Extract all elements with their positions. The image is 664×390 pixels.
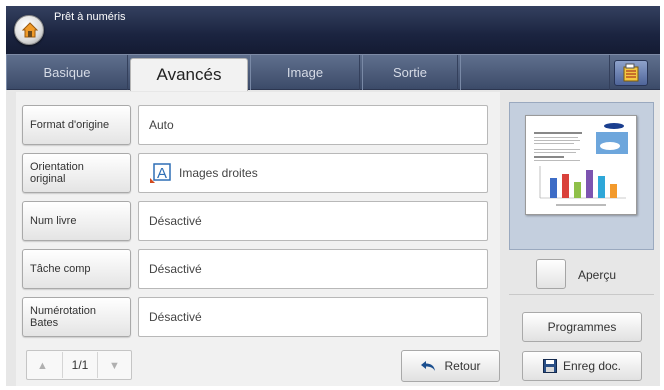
page-counter: 1/1 [62,352,98,378]
orientation-upright-icon: A [149,163,171,183]
enreg-doc-label: Enreg doc. [562,359,622,373]
tache-comp-label: Tâche comp [30,263,91,275]
retour-button[interactable]: Retour [401,350,500,382]
undo-arrow-icon [421,361,436,371]
programmes-button[interactable]: Programmes [522,312,642,342]
home-button[interactable] [14,15,44,45]
preview-panel [509,102,654,250]
save-disk-icon [542,359,557,373]
orientation-original-button[interactable]: Orientation original [22,153,131,193]
format-origine-value-text: Auto [149,118,174,132]
apercu-checkbox[interactable] [536,259,566,289]
orientation-original-value-text: Images droites [179,166,258,180]
tache-comp-button[interactable]: Tâche comp [22,249,131,289]
format-origine-label: Format d'origine [30,119,110,131]
pager: ▲ 1/1 ▼ [26,350,132,380]
num-livre-value[interactable]: Désactivé [138,201,488,241]
page-up-icon[interactable]: ▲ [37,360,48,372]
tab-basique[interactable]: Basique [6,55,128,90]
tab-bar: Basique Avancés Image Sortie [6,54,660,91]
num-livre-value-text: Désactivé [149,214,202,228]
numerotation-bates-value-text: Désactivé [149,310,202,324]
document-preview-thumbnail [525,115,637,215]
programmes-label: Programmes [547,320,617,334]
tache-comp-value-text: Désactivé [149,262,202,276]
page-down-icon[interactable]: ▼ [109,360,120,372]
orientation-original-value[interactable]: A Images droites [138,153,488,193]
format-origine-value[interactable]: Auto [138,105,488,145]
num-livre-button[interactable]: Num livre [22,201,131,241]
svg-text:A: A [157,165,167,182]
job-status-icon [623,63,639,82]
tab-image[interactable]: Image [250,55,360,90]
divider [509,294,654,295]
home-icon [21,22,39,38]
job-status-button[interactable] [614,60,648,86]
numerotation-bates-value[interactable]: Désactivé [138,297,488,337]
tache-comp-value[interactable]: Désactivé [138,249,488,289]
page-title: Prêt à numéris [54,11,126,23]
num-livre-label: Num livre [30,215,77,227]
numerotation-bates-label: Numérotation Bates [30,305,97,329]
format-origine-button[interactable]: Format d'origine [22,105,131,145]
title-bar: Prêt à numéris [6,6,660,54]
enreg-doc-button[interactable]: Enreg doc. [522,351,642,381]
document-thumbnail-image [534,123,628,206]
retour-label: Retour [444,359,481,373]
tab-sortie[interactable]: Sortie [362,55,458,90]
orientation-original-label: Orientation original [30,161,84,185]
tab-avances[interactable]: Avancés [130,58,248,91]
numerotation-bates-button[interactable]: Numérotation Bates [22,297,131,337]
tab-empty [460,55,610,90]
advanced-settings-panel: Format d'origine Auto Orientation origin… [16,92,500,386]
scan-screen: Prêt à numéris Basique Avancés Image Sor… [6,6,660,386]
apercu-label: Aperçu [578,268,617,282]
